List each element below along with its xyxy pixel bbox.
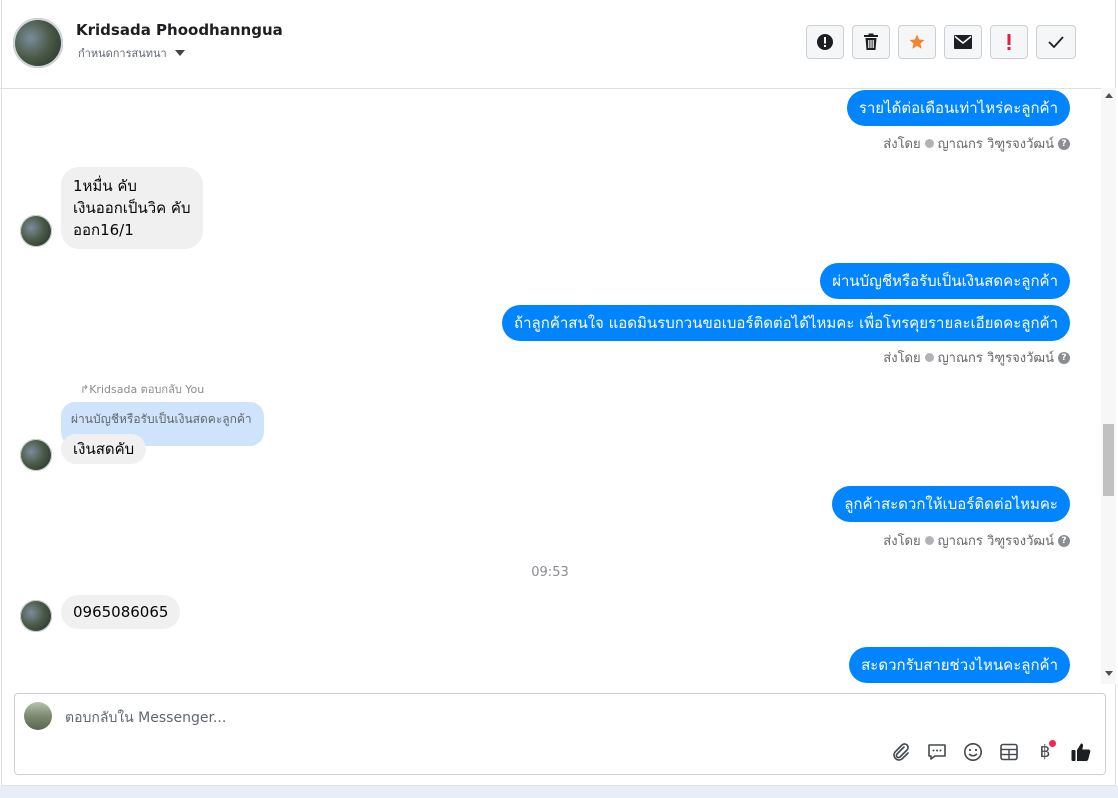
thumbs-up-icon[interactable] — [1069, 740, 1093, 764]
emoji-icon[interactable] — [961, 740, 985, 764]
timestamp-separator: 09:53 — [531, 565, 569, 580]
paperclip-icon[interactable] — [889, 740, 913, 764]
assign-label: กำหนดการสนทนา — [78, 47, 167, 60]
caret-down-icon — [174, 50, 185, 56]
contact-avatar[interactable] — [13, 18, 63, 68]
sent-by-info: ส่งโดย ญาณกร วิฑูรจงวัฒน์ ? — [883, 133, 1070, 154]
outgoing-message[interactable]: ลูกค้าสะดวกให้เบอร์ติดต่อไหมคะ — [832, 486, 1070, 522]
checkmark-icon — [1048, 36, 1064, 48]
spam-button[interactable] — [806, 25, 844, 59]
sent-by-prefix: ส่งโดย — [883, 137, 921, 152]
sender-name: ญาณกร วิฑูรจงวัฒน์ — [937, 534, 1054, 549]
check-icon — [924, 139, 934, 148]
message-list[interactable]: รายได้ต่อเดือนเท่าไหร่คะลูกค้า ส่งโดย ญา… — [0, 88, 1100, 684]
incoming-message[interactable]: เงินสดคับ — [61, 434, 147, 464]
table-icon[interactable] — [997, 740, 1021, 764]
outgoing-message[interactable]: ผ่านบัญชีหรือรับเป็นเงินสดคะลูกค้า — [820, 263, 1070, 299]
sender-name: ญาณกร วิฑูรจงวัฒน์ — [937, 351, 1054, 366]
incoming-message[interactable]: 1หมื่น คับ เงินออกเป็นวิค คับ ออก16/1 — [61, 167, 203, 249]
assign-conversation-dropdown[interactable]: กำหนดการสนทนา — [78, 44, 185, 62]
chat-bubble-icon[interactable] — [925, 740, 949, 764]
check-icon — [924, 353, 934, 362]
check-icon — [924, 536, 934, 545]
contact-avatar-small — [20, 600, 52, 632]
message-line: เงินออกเป็นวิค คับ — [73, 199, 191, 217]
reply-composer: ฿ — [14, 693, 1106, 775]
message-scrollbar[interactable] — [1101, 88, 1116, 684]
conversation-header: Kridsada Phoodhanngua กำหนดการสนทนา — [0, 0, 1116, 89]
priority-button[interactable] — [990, 25, 1028, 59]
outgoing-message[interactable]: สะดวกรับสายช่วงไหนคะลูกค้า — [849, 647, 1070, 683]
composer-toolbar: ฿ — [889, 740, 1093, 764]
sent-by-info: ส่งโดย ญาณกร วิฑูรจงวัฒน์ ? — [883, 530, 1070, 551]
page-avatar — [24, 702, 52, 730]
exclamation-icon — [1007, 34, 1011, 50]
incoming-message[interactable]: 0965086065 — [61, 595, 181, 629]
reply-label: ↱Kridsada ตอบกลับ You — [80, 383, 205, 396]
message-line: 1หมื่น คับ — [73, 177, 137, 195]
contact-name[interactable]: Kridsada Phoodhanngua — [76, 21, 283, 39]
envelope-icon — [954, 35, 972, 49]
star-icon — [909, 34, 925, 49]
help-icon[interactable]: ? — [1058, 351, 1070, 364]
contact-avatar-small — [20, 215, 52, 247]
help-icon[interactable]: ? — [1058, 137, 1070, 150]
mark-unread-button[interactable] — [944, 25, 982, 59]
done-button[interactable] — [1036, 25, 1076, 59]
outgoing-message[interactable]: ถ้าลูกค้าสนใจ แอดมินรบกวนขอเบอร์ติดต่อได… — [502, 305, 1070, 341]
sent-by-prefix: ส่งโดย — [883, 351, 921, 366]
scroll-down-arrow-icon[interactable] — [1105, 671, 1113, 676]
outgoing-message[interactable]: รายได้ต่อเดือนเท่าไหร่คะลูกค้า — [846, 90, 1070, 126]
alert-circle-icon — [817, 34, 833, 50]
header-toolbar — [806, 25, 1076, 59]
sent-by-info: ส่งโดย ญาณกร วิฑูรจงวัฒน์ ? — [883, 347, 1070, 368]
scroll-thumb[interactable] — [1103, 424, 1114, 496]
sent-by-prefix: ส่งโดย — [883, 534, 921, 549]
reply-input[interactable] — [63, 704, 867, 732]
baht-icon[interactable]: ฿ — [1033, 740, 1057, 764]
contact-avatar-small — [20, 439, 52, 471]
trash-icon — [864, 33, 878, 50]
delete-button[interactable] — [852, 25, 890, 59]
help-icon[interactable]: ? — [1058, 534, 1070, 547]
message-line: ออก16/1 — [73, 221, 134, 239]
sender-name: ญาณกร วิฑูรจงวัฒน์ — [937, 137, 1054, 152]
notification-dot — [1049, 740, 1056, 747]
follow-up-button[interactable] — [898, 25, 936, 59]
scroll-up-arrow-icon[interactable] — [1105, 93, 1113, 98]
page-footer-strip — [0, 786, 1118, 798]
